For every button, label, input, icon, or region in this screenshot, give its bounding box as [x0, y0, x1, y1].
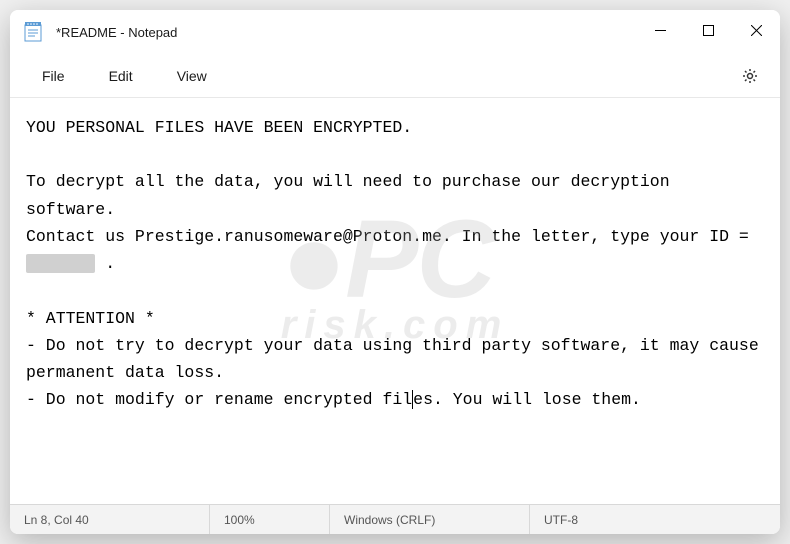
- minimize-button[interactable]: [636, 10, 684, 50]
- maximize-button[interactable]: [684, 10, 732, 50]
- statusbar: Ln 8, Col 40 100% Windows (CRLF) UTF-8: [10, 504, 780, 534]
- menu-view[interactable]: View: [159, 62, 225, 90]
- window-title: *README - Notepad: [56, 25, 636, 40]
- text-line: .: [95, 254, 115, 273]
- status-encoding: UTF-8: [530, 505, 780, 534]
- close-button[interactable]: [732, 10, 780, 50]
- status-line-ending: Windows (CRLF): [330, 505, 530, 534]
- text-line: To decrypt all the data, you will need t…: [26, 172, 680, 218]
- text-line: - Do not modify or rename encrypted fil: [26, 390, 412, 409]
- text-editor[interactable]: YOU PERSONAL FILES HAVE BEEN ENCRYPTED. …: [10, 98, 780, 504]
- menu-edit[interactable]: Edit: [91, 62, 151, 90]
- status-zoom[interactable]: 100%: [210, 505, 330, 534]
- menubar: File Edit View: [10, 54, 780, 98]
- text-line: YOU PERSONAL FILES HAVE BEEN ENCRYPTED.: [26, 118, 412, 137]
- status-position: Ln 8, Col 40: [10, 505, 210, 534]
- text-line: Contact us Prestige.ranusomeware@Proton.…: [26, 227, 759, 246]
- text-line: - Do not try to decrypt your data using …: [26, 336, 769, 382]
- text-line: * ATTENTION *: [26, 309, 155, 328]
- gear-icon[interactable]: [740, 66, 760, 86]
- text-line: es. You will lose them.: [413, 390, 641, 409]
- notepad-icon: [24, 22, 42, 42]
- titlebar[interactable]: *README - Notepad: [10, 10, 780, 54]
- window-controls: [636, 10, 780, 54]
- redacted-id: XXXXXXX: [26, 254, 95, 273]
- menu-file[interactable]: File: [24, 62, 83, 90]
- notepad-window: *README - Notepad File Edit View YOU PER…: [10, 10, 780, 534]
